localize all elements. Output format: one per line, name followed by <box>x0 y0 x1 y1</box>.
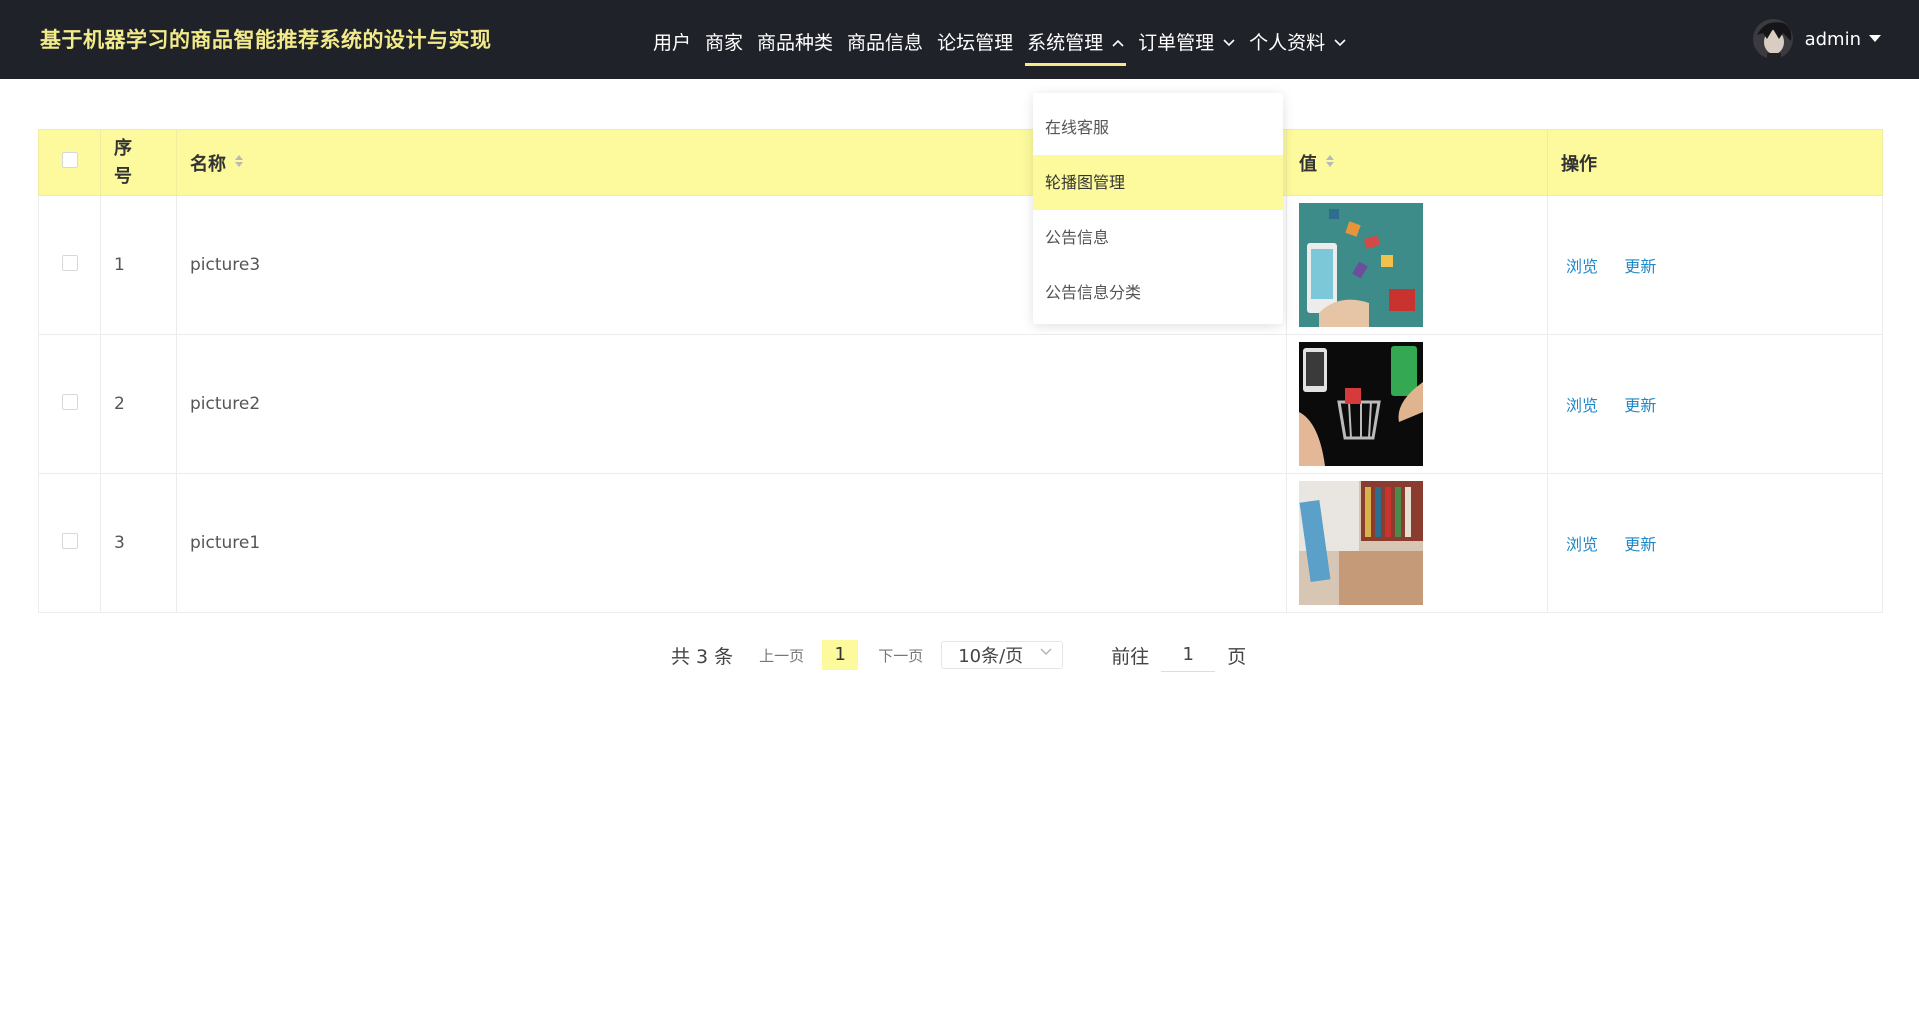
next-page-button[interactable]: 下一页 <box>878 645 923 666</box>
chevron-down-icon <box>1040 645 1052 660</box>
row-ops: 浏览 更新 <box>1547 334 1883 474</box>
select-all-checkbox[interactable] <box>61 152 78 168</box>
nav-item-users[interactable]: 用户 <box>653 0 691 79</box>
row-checkbox-cell <box>38 334 101 474</box>
nav-item-profile[interactable]: 个人资料 <box>1249 0 1346 79</box>
nav-item-product-info[interactable]: 商品信息 <box>847 0 923 79</box>
carousel-table: 序号 名称 值 操作 1 picture3 浏览 更新 2 picture2 浏… <box>38 129 1883 613</box>
table-header-row: 序号 名称 值 操作 <box>38 129 1883 196</box>
nav-label: 用户 <box>653 32 692 54</box>
update-button[interactable]: 更新 <box>1624 257 1656 276</box>
header-index-label: 序号 <box>114 137 132 187</box>
row-ops: 浏览 更新 <box>1547 195 1883 335</box>
menu-item-online-service[interactable]: 在线客服 <box>1033 100 1283 155</box>
page-suffix: 页 <box>1227 645 1247 668</box>
prev-page-button[interactable]: 上一页 <box>759 645 804 666</box>
table-row: 2 picture2 浏览 更新 <box>38 334 1883 474</box>
table-row: 3 picture1 浏览 更新 <box>38 473 1883 613</box>
update-button[interactable]: 更新 <box>1624 396 1656 415</box>
chevron-down-icon <box>1334 1 1346 87</box>
chevron-up-icon <box>1112 1 1124 87</box>
row-name: picture2 <box>176 334 1287 474</box>
carousel-thumbnail[interactable] <box>1299 481 1423 605</box>
nav-label: 商家 <box>705 32 744 54</box>
user-menu[interactable]: admin <box>1752 18 1881 60</box>
menu-item-announcements[interactable]: 公告信息 <box>1033 210 1283 265</box>
nav-label: 论坛管理 <box>937 32 1014 54</box>
goto-label: 前往 <box>1111 645 1150 668</box>
nav-label: 商品种类 <box>757 32 834 54</box>
carousel-thumbnail[interactable] <box>1299 203 1423 327</box>
row-index: 1 <box>100 195 177 335</box>
pagination: 共 3 条 上一页 1 下一页 10条/页 前往 页 <box>671 638 1246 672</box>
carousel-thumbnail[interactable] <box>1299 342 1423 466</box>
nav-item-product-categories[interactable]: 商品种类 <box>757 0 833 79</box>
row-ops: 浏览 更新 <box>1547 473 1883 613</box>
header-index: 序号 <box>100 129 177 196</box>
sort-icon[interactable] <box>1325 152 1335 173</box>
view-button[interactable]: 浏览 <box>1566 535 1598 554</box>
row-image-cell <box>1286 334 1548 474</box>
row-image-cell <box>1286 195 1548 335</box>
nav-label: 个人资料 <box>1249 32 1326 54</box>
page-size-value: 10条/页 <box>958 646 1024 667</box>
nav-item-orders[interactable]: 订单管理 <box>1138 0 1235 79</box>
header-name-label: 名称 <box>190 153 226 175</box>
header-ops-label: 操作 <box>1561 153 1597 175</box>
nav-label: 订单管理 <box>1138 32 1215 54</box>
page-size-select[interactable]: 10条/页 <box>941 641 1064 669</box>
row-checkbox[interactable] <box>61 393 78 410</box>
avatar <box>1752 19 1793 59</box>
view-button[interactable]: 浏览 <box>1566 257 1598 276</box>
nav-item-merchants[interactable]: 商家 <box>705 0 743 79</box>
row-index: 2 <box>100 334 177 474</box>
nav-item-system-management[interactable]: 系统管理 <box>1025 0 1127 79</box>
view-button[interactable]: 浏览 <box>1566 396 1598 415</box>
row-index: 3 <box>100 473 177 613</box>
current-page-button[interactable]: 1 <box>822 640 859 670</box>
header-checkbox-cell <box>38 129 101 196</box>
main-nav: 用户 商家 商品种类 商品信息 论坛管理 系统管理 订单管理 个人资料 <box>653 0 1360 79</box>
table-row: 1 picture3 浏览 更新 <box>38 195 1883 335</box>
row-checkbox[interactable] <box>61 532 78 549</box>
menu-item-carousel-management[interactable]: 轮播图管理 <box>1033 155 1283 210</box>
update-button[interactable]: 更新 <box>1624 535 1656 554</box>
system-management-dropdown: 在线客服 轮播图管理 公告信息 公告信息分类 <box>1033 93 1283 324</box>
row-name: picture1 <box>176 473 1287 613</box>
header-ops: 操作 <box>1547 129 1883 196</box>
sort-icon[interactable] <box>234 152 244 173</box>
row-checkbox-cell <box>38 195 101 335</box>
pagination-total: 共 3 条 <box>671 645 734 668</box>
nav-label: 系统管理 <box>1027 32 1104 54</box>
header-value[interactable]: 值 <box>1286 129 1548 196</box>
app-title: 基于机器学习的商品智能推荐系统的设计与实现 <box>40 28 492 52</box>
row-image-cell <box>1286 473 1548 613</box>
menu-item-announcement-categories[interactable]: 公告信息分类 <box>1033 265 1283 320</box>
chevron-down-icon <box>1223 1 1235 87</box>
nav-label: 商品信息 <box>847 32 924 54</box>
row-checkbox-cell <box>38 473 101 613</box>
nav-item-forum[interactable]: 论坛管理 <box>937 0 1013 79</box>
row-checkbox[interactable] <box>61 254 78 271</box>
caret-down-icon <box>1869 32 1881 47</box>
header-value-label: 值 <box>1299 153 1317 175</box>
goto-page-input[interactable] <box>1161 638 1216 672</box>
top-navbar: 基于机器学习的商品智能推荐系统的设计与实现 用户 商家 商品种类 商品信息 论坛… <box>0 0 1919 79</box>
user-name: admin <box>1804 28 1861 50</box>
